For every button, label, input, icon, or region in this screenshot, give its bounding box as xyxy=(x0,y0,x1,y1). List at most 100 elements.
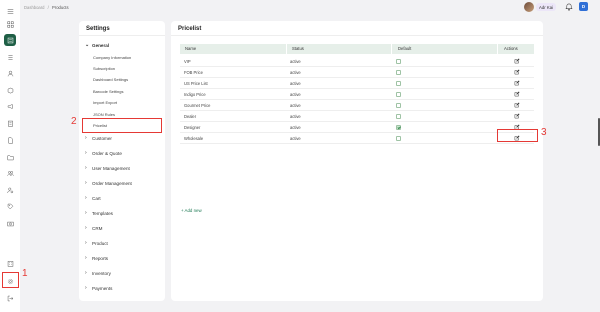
default-checkbox[interactable] xyxy=(396,125,401,130)
table-header: Name Status Default Actions xyxy=(180,44,534,54)
settings-section-cart[interactable]: › Cart xyxy=(85,195,101,201)
row-name: Dealer xyxy=(184,114,197,119)
tag-icon[interactable] xyxy=(4,200,16,212)
row-name: Gourmet Price xyxy=(184,103,211,108)
edit-icon[interactable] xyxy=(514,69,520,75)
row-name: US Price List xyxy=(184,81,208,86)
default-checkbox[interactable] xyxy=(396,92,401,97)
table-row: Indigo Price active xyxy=(180,89,534,100)
chevron-right-icon: › xyxy=(85,165,87,171)
pricelist-title: Pricelist xyxy=(178,26,202,32)
settings-item-company-information[interactable]: Company Information xyxy=(93,55,131,60)
section-label: User Management xyxy=(92,165,130,171)
settings-section-crm[interactable]: › CRM xyxy=(85,225,102,231)
column-header-name[interactable]: Name xyxy=(185,44,196,54)
theme-toggle[interactable]: D xyxy=(579,2,588,11)
highlight-box-settings xyxy=(2,272,19,288)
edit-icon[interactable] xyxy=(514,102,520,108)
default-checkbox[interactable] xyxy=(396,136,401,141)
annotation-number-1: 1 xyxy=(22,268,28,279)
annotation-number-2: 2 xyxy=(71,116,77,127)
edit-icon[interactable] xyxy=(514,58,520,64)
settings-section-order-management[interactable]: › Order Management xyxy=(85,180,132,186)
people-icon[interactable] xyxy=(4,167,16,179)
section-label: Cart xyxy=(92,195,101,201)
column-header-status[interactable]: Status xyxy=(292,44,304,54)
edit-icon[interactable] xyxy=(514,91,520,97)
column-divider xyxy=(497,44,498,54)
apps-icon[interactable] xyxy=(4,18,16,30)
settings-item-barcode-settings[interactable]: Barcode Settings xyxy=(93,89,123,94)
section-label: Order & Quote xyxy=(92,150,122,156)
table-row: Gourmet Price active xyxy=(180,100,534,111)
column-divider xyxy=(286,44,287,54)
row-status: active xyxy=(290,125,301,130)
settings-section-product[interactable]: › Product xyxy=(85,240,108,246)
row-name: VIP xyxy=(184,59,191,64)
edit-icon[interactable] xyxy=(514,113,520,119)
settings-section-reports[interactable]: › Reports xyxy=(85,255,108,261)
general-label: General xyxy=(92,42,110,48)
settings-section-user-management[interactable]: › User Management xyxy=(85,165,130,171)
bell-icon[interactable] xyxy=(565,3,573,11)
add-new-link[interactable]: + Add new xyxy=(181,208,202,213)
settings-section-order-quote[interactable]: › Order & Quote xyxy=(85,150,122,156)
breadcrumb-current: Products xyxy=(52,5,69,10)
products-icon[interactable] xyxy=(4,34,16,46)
camera-icon[interactable] xyxy=(4,217,16,229)
default-checkbox[interactable] xyxy=(396,81,401,86)
document-icon[interactable] xyxy=(4,134,16,146)
megaphone-icon[interactable] xyxy=(4,100,16,112)
default-checkbox[interactable] xyxy=(396,70,401,75)
breadcrumb-root[interactable]: Dashboard xyxy=(24,5,45,10)
settings-item-dashboard-settings[interactable]: Dashboard Settings xyxy=(93,77,128,82)
column-header-default[interactable]: Default xyxy=(398,44,411,54)
chevron-right-icon: › xyxy=(85,270,87,276)
row-status: active xyxy=(290,59,301,64)
box-icon[interactable] xyxy=(4,84,16,96)
default-checkbox[interactable] xyxy=(396,114,401,119)
settings-section-payments[interactable]: › Payments xyxy=(85,285,112,291)
settings-item-subscription[interactable]: Subscription xyxy=(93,66,115,71)
column-divider xyxy=(391,44,392,54)
table-row: Dealer active xyxy=(180,111,534,122)
list-icon[interactable] xyxy=(4,51,16,63)
avatar xyxy=(524,2,534,12)
row-status: active xyxy=(290,70,301,75)
section-label: Order Management xyxy=(92,180,132,186)
user-icon[interactable] xyxy=(4,67,16,79)
building-icon[interactable] xyxy=(4,257,16,269)
divider xyxy=(171,35,543,36)
chevron-right-icon: › xyxy=(85,180,87,186)
chevron-right-icon: › xyxy=(85,255,87,261)
clipboard-icon[interactable] xyxy=(4,117,16,129)
logout-icon[interactable] xyxy=(4,292,16,304)
section-label: Customer xyxy=(92,135,112,141)
settings-section-templates[interactable]: › Templates xyxy=(85,210,113,216)
highlight-box-pricelist xyxy=(82,118,162,133)
user-menu[interactable]: Adr Kai xyxy=(524,2,557,12)
chevron-right-icon: › xyxy=(85,240,87,246)
default-checkbox[interactable] xyxy=(396,103,401,108)
table-row: Wholesale active xyxy=(180,133,534,144)
settings-section-customer[interactable]: › Customer xyxy=(85,135,112,141)
chevron-right-icon: › xyxy=(85,225,87,231)
section-label: Inventory xyxy=(92,270,111,276)
settings-section-inventory[interactable]: › Inventory xyxy=(85,270,111,276)
edit-icon[interactable] xyxy=(514,80,520,86)
general-section[interactable]: ⌄ General xyxy=(85,42,109,48)
folder-icon[interactable] xyxy=(4,151,16,163)
row-name: Designer xyxy=(184,125,201,130)
grid-icon[interactable] xyxy=(4,5,16,17)
highlight-box-edit xyxy=(497,129,538,142)
settings-item-json-rules[interactable]: JSON Rules xyxy=(93,112,115,117)
row-status: active xyxy=(290,81,301,86)
user-name: Adr Kai xyxy=(536,3,557,11)
section-label: CRM xyxy=(92,225,103,231)
row-name: FOB Price xyxy=(184,70,203,75)
default-checkbox[interactable] xyxy=(396,59,401,64)
person-gear-icon[interactable] xyxy=(4,184,16,196)
settings-item-import-export[interactable]: Import Export xyxy=(93,100,117,105)
settings-title: Settings xyxy=(86,26,110,32)
breadcrumb: Dashboard / Products xyxy=(24,5,69,10)
